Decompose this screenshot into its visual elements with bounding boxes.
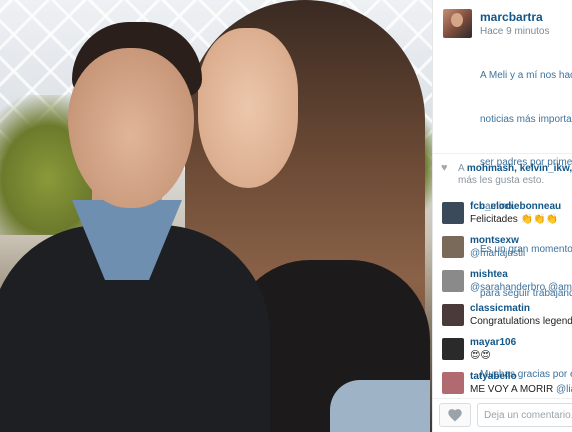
- comment-mention[interactable]: @sarahanderbro @ambe: [470, 282, 572, 293]
- comment-footer: [433, 398, 572, 432]
- commenter-username[interactable]: classicmatin: [470, 303, 530, 314]
- comment-input[interactable]: [477, 403, 572, 427]
- commenter-avatar[interactable]: [442, 202, 464, 224]
- likes-text: A mohmash, kelvin_ikw, j: [458, 162, 572, 175]
- commenter-username[interactable]: tatyabello: [470, 371, 517, 382]
- likes-more: más les gusta esto.: [458, 175, 545, 186]
- author-avatar[interactable]: [443, 9, 472, 38]
- comment-mention[interactable]: @lian: [556, 384, 572, 395]
- likes-prefix: A: [458, 163, 465, 174]
- comment-item: mishtea @sarahanderbro @ambe: [433, 264, 572, 298]
- post-photo[interactable]: [0, 0, 432, 432]
- comment-item: mayar106 😍😍: [433, 332, 572, 366]
- comment-item: tatyabello ME VOY A MORIR @lian: [433, 366, 572, 400]
- commenter-avatar[interactable]: [442, 270, 464, 292]
- author-username[interactable]: marcbartra: [480, 10, 543, 24]
- comment-text: Felicitades 👏👏👏: [470, 214, 558, 225]
- comment-text: 😍😍: [470, 350, 491, 361]
- comment-mention[interactable]: @mariajustii: [470, 248, 525, 259]
- commenter-avatar[interactable]: [442, 338, 464, 360]
- comment-item: fcb_elodiebonneau Felicitades 👏👏👏: [433, 196, 572, 230]
- post-sidebar: marcbartra Hace 9 minutos A Meli y a mí …: [432, 0, 572, 432]
- comment-text: ME VOY A MORIR @lian: [470, 384, 572, 395]
- heart-icon: ♥: [441, 162, 448, 174]
- photo-man-head: [68, 48, 194, 208]
- commenter-username[interactable]: mayar106: [470, 337, 516, 348]
- comment-body: ME VOY A MORIR: [470, 384, 556, 395]
- caption-line: A Meli y a mí nos hace: [480, 70, 572, 81]
- post-header: marcbartra Hace 9 minutos A Meli y a mí …: [433, 0, 572, 380]
- heart-icon: [448, 409, 462, 422]
- comment-text: @sarahanderbro @ambe: [470, 282, 572, 293]
- commenter-avatar[interactable]: [442, 304, 464, 326]
- photo-woman-face: [198, 28, 298, 188]
- post-timestamp[interactable]: Hace 9 minutos: [480, 26, 549, 37]
- commenter-username[interactable]: mishtea: [470, 269, 508, 280]
- comment-item: montsexw @mariajustii: [433, 230, 572, 264]
- comment-text: @mariajustii: [470, 248, 525, 259]
- comments-list: fcb_elodiebonneau Felicitades 👏👏👏 montse…: [433, 196, 572, 400]
- commenter-username[interactable]: montsexw: [470, 235, 519, 246]
- commenter-username[interactable]: fcb_elodiebonneau: [470, 201, 561, 212]
- comment-text: Congratulations legend|: [470, 316, 572, 327]
- comment-item: classicmatin Congratulations legend|: [433, 298, 572, 332]
- commenter-avatar[interactable]: [442, 236, 464, 258]
- photo-sweater: [330, 380, 430, 432]
- likes-summary: ♥ A mohmash, kelvin_ikw, j más les gusta…: [433, 153, 572, 189]
- like-button[interactable]: [439, 403, 471, 427]
- caption-line: noticias más importan: [480, 113, 572, 125]
- commenter-avatar[interactable]: [442, 372, 464, 394]
- likes-users[interactable]: mohmash, kelvin_ikw, j: [467, 163, 572, 174]
